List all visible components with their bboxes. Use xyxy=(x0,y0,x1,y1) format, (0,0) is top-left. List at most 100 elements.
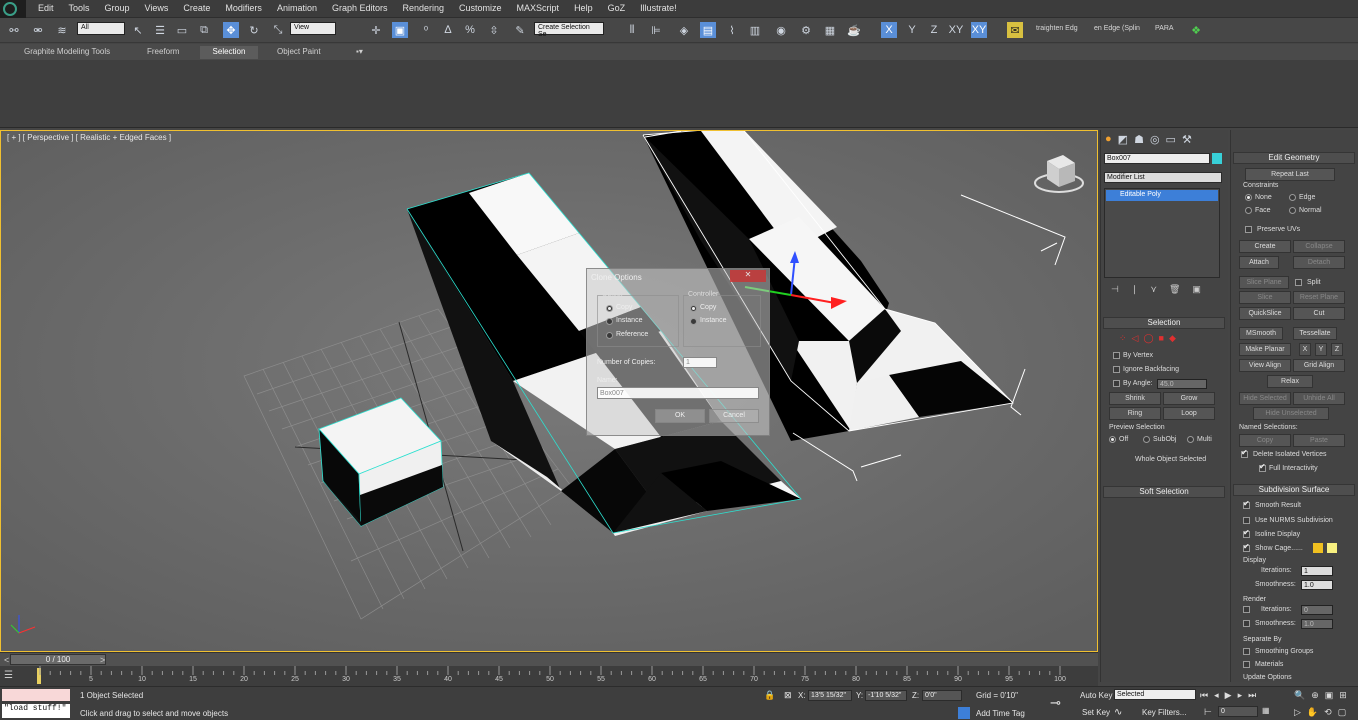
slice-button[interactable]: Slice xyxy=(1239,291,1291,304)
selection-lock-icon[interactable]: 🔒 xyxy=(764,690,775,701)
menu-tools[interactable]: Tools xyxy=(69,3,90,13)
menu-create[interactable]: Create xyxy=(183,3,210,13)
utilities-tab-icon[interactable]: ⚒ xyxy=(1182,133,1192,146)
grow-button[interactable]: Grow xyxy=(1163,392,1215,405)
para-button[interactable]: PARA xyxy=(1155,25,1174,32)
preview-multi-radio[interactable] xyxy=(1187,436,1194,443)
preserve-uvs-checkbox[interactable] xyxy=(1245,226,1252,233)
next-frame-icon[interactable]: > xyxy=(100,655,105,665)
grid-align-button[interactable]: Grid Align xyxy=(1293,359,1345,372)
z-coordinate-field[interactable]: 0'0" xyxy=(922,690,962,701)
menu-group[interactable]: Group xyxy=(105,3,130,13)
subdivision-surface-rollout-header[interactable]: Subdivision Surface xyxy=(1233,484,1355,496)
time-config-icon[interactable]: ▦ xyxy=(1262,706,1270,715)
zoom-extents-icon[interactable]: ▣ xyxy=(1325,690,1334,701)
render-iterations-checkbox[interactable] xyxy=(1243,606,1250,613)
field-of-view-icon[interactable]: ▷ xyxy=(1294,707,1301,718)
materials-checkbox[interactable] xyxy=(1243,661,1250,668)
vertex-mode-icon[interactable]: ⁘ xyxy=(1119,333,1127,344)
planar-z-button[interactable]: Z xyxy=(1331,343,1343,356)
pin-stack-icon[interactable]: ⊣ xyxy=(1111,284,1119,295)
remove-modifier-icon[interactable]: 🗑 xyxy=(1169,284,1180,295)
constraint-xy-button[interactable]: XY xyxy=(948,22,964,38)
layer-manager-icon[interactable]: ◈ xyxy=(676,22,692,38)
menu-goz[interactable]: GoZ xyxy=(608,3,626,13)
copy-selection-button[interactable]: Copy xyxy=(1239,434,1291,447)
next-key-icon[interactable]: ▸ xyxy=(1238,690,1243,701)
bind-spacewarp-icon[interactable]: ≋ xyxy=(54,22,70,38)
object-color-swatch[interactable] xyxy=(1212,153,1222,164)
make-unique-icon[interactable]: ⋎ xyxy=(1150,284,1157,295)
mirror-icon[interactable]: ⫴ xyxy=(624,22,640,38)
zoom-extents-all-icon[interactable]: ⊞ xyxy=(1339,690,1347,701)
view-align-button[interactable]: View Align xyxy=(1239,359,1291,372)
set-key-mode-icon[interactable]: ⊸ xyxy=(1050,695,1061,711)
spinner-snap-icon[interactable]: ⇳ xyxy=(486,22,502,38)
tab-selection[interactable]: Selection xyxy=(200,46,258,59)
isoline-display-checkbox[interactable] xyxy=(1243,528,1250,538)
menu-animation[interactable]: Animation xyxy=(277,3,317,13)
window-crossing-icon[interactable]: ⧉ xyxy=(196,22,212,38)
show-end-result-icon[interactable]: ❘ xyxy=(1131,284,1139,295)
render-iterations-spinner[interactable]: 0 xyxy=(1301,605,1333,615)
make-planar-button[interactable]: Make Planar xyxy=(1239,343,1291,356)
preview-subobj-radio[interactable] xyxy=(1143,436,1150,443)
key-mode-icon[interactable]: ⊢ xyxy=(1204,707,1212,718)
time-slider-handle[interactable]: 0 / 100 xyxy=(10,654,106,665)
modifier-list-dropdown[interactable]: Modifier List xyxy=(1104,172,1222,183)
current-frame-field[interactable]: 0 xyxy=(1218,706,1258,717)
render-smoothness-checkbox[interactable] xyxy=(1243,620,1250,627)
pan-icon[interactable]: ✋ xyxy=(1307,707,1318,718)
relax-button[interactable]: Relax xyxy=(1267,375,1313,388)
key-set-dropdown[interactable]: Selected xyxy=(1114,689,1196,700)
constraint-normal-radio[interactable] xyxy=(1289,207,1296,214)
constraint-face-radio[interactable] xyxy=(1245,207,1252,214)
prev-frame-icon[interactable]: < xyxy=(4,655,9,665)
soft-selection-rollout-header[interactable]: Soft Selection xyxy=(1103,486,1225,498)
cancel-button[interactable]: Cancel xyxy=(709,409,759,423)
render-setup-icon[interactable]: ⚙ xyxy=(798,22,814,38)
cage-color-swatch[interactable] xyxy=(1313,543,1323,553)
go-to-end-icon[interactable]: ⏭ xyxy=(1248,690,1256,701)
instance-radio[interactable] xyxy=(606,318,613,325)
render-smoothness-spinner[interactable]: 1.0 xyxy=(1301,619,1333,629)
smoothing-groups-checkbox[interactable] xyxy=(1243,648,1250,655)
unlink-icon[interactable]: ⚮ xyxy=(30,22,46,38)
configure-sets-icon[interactable]: ▣ xyxy=(1192,284,1201,295)
key-filters-button[interactable]: Key Filters... xyxy=(1142,708,1186,717)
menu-help[interactable]: Help xyxy=(574,3,593,13)
full-interactivity-checkbox[interactable] xyxy=(1259,462,1266,472)
go-to-start-icon[interactable]: ⏮ xyxy=(1200,690,1208,701)
select-rotate-icon[interactable]: ↻ xyxy=(246,22,262,38)
constraint-xy-toggle-button[interactable]: XY xyxy=(971,22,987,38)
zoom-icon[interactable]: 🔍 xyxy=(1294,690,1305,701)
object-name-field[interactable]: Box007 xyxy=(1104,153,1210,164)
ok-button[interactable]: OK xyxy=(655,409,705,423)
menu-customize[interactable]: Customize xyxy=(459,3,502,13)
maxscript-listener[interactable] xyxy=(2,689,70,701)
controller-copy-radio[interactable] xyxy=(690,305,697,312)
controller-instance-radio[interactable] xyxy=(690,318,697,325)
rendered-frame-icon[interactable]: ▦ xyxy=(822,22,838,38)
zoom-all-icon[interactable]: ⊕ xyxy=(1311,690,1319,701)
motion-tab-icon[interactable]: ◎ xyxy=(1150,133,1160,146)
render-teapot-icon[interactable]: ☕ xyxy=(846,22,862,38)
perspective-viewport[interactable]: [ + ] [ Perspective ] [ Realistic + Edge… xyxy=(0,130,1098,652)
constraint-edge-radio[interactable] xyxy=(1289,194,1296,201)
time-tag-icon[interactable] xyxy=(958,707,970,719)
curve-editor-icon[interactable]: ⌇ xyxy=(724,22,740,38)
plugin-icon[interactable]: ❖ xyxy=(1188,22,1204,38)
manipulate-icon[interactable]: ▣ xyxy=(392,22,408,38)
split-checkbox[interactable] xyxy=(1295,279,1302,286)
select-object-icon[interactable]: ↖ xyxy=(130,22,146,38)
scene-canvas[interactable] xyxy=(1,131,1098,652)
display-tab-icon[interactable]: ▭ xyxy=(1166,133,1176,146)
hierarchy-tab-icon[interactable]: ☗ xyxy=(1134,133,1144,146)
create-tab-icon[interactable]: ● xyxy=(1105,133,1112,146)
create-button[interactable]: Create xyxy=(1239,240,1291,253)
msmooth-button[interactable]: MSmooth xyxy=(1239,327,1283,340)
shrink-button[interactable]: Shrink xyxy=(1109,392,1161,405)
menu-modifiers[interactable]: Modifiers xyxy=(225,3,262,13)
app-logo-icon[interactable] xyxy=(0,0,26,18)
constraint-none-radio[interactable] xyxy=(1245,194,1252,201)
